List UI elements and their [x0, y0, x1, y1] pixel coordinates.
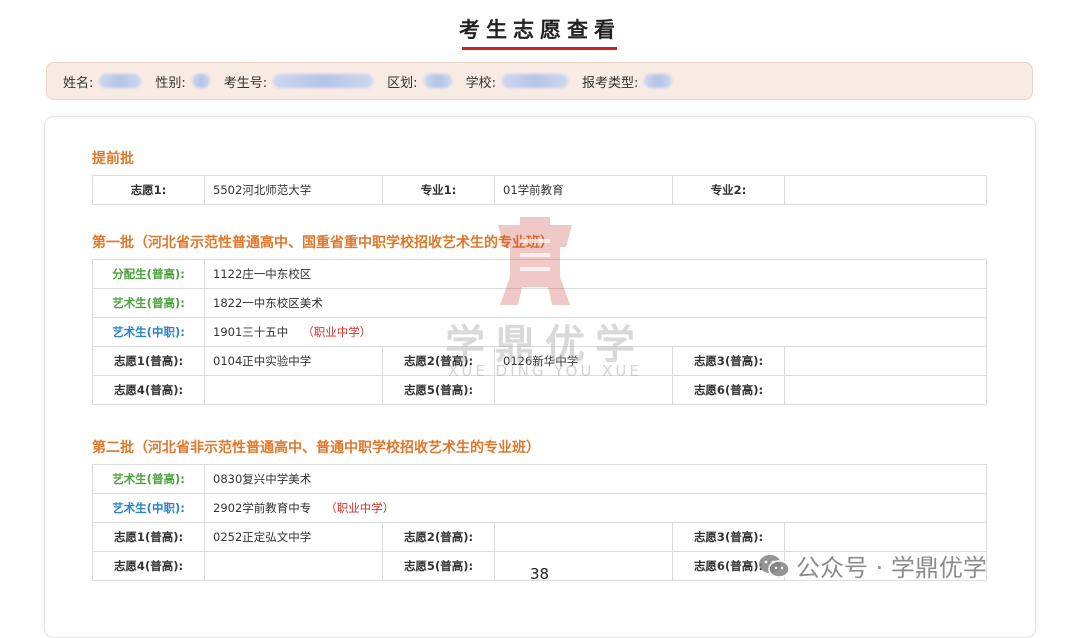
gender-redacted: [191, 74, 210, 88]
choice-label: 志愿4(普高):: [92, 375, 205, 405]
choice-value: [494, 375, 673, 405]
info-gender: 性别:: [155, 72, 210, 91]
info-district: 区划:: [387, 72, 452, 91]
type-redacted: [644, 74, 673, 88]
advance-batch-title: 提前批: [92, 151, 134, 167]
table-row: 志愿1(普高): 0104正中实验中学 志愿2(普高): 0126新华中学 志愿…: [92, 346, 988, 376]
table-row: 艺术生(中职): 1901三十五中 （职业中学）: [92, 317, 988, 347]
choice-label: 志愿6(普高):: [672, 375, 785, 405]
batch2-title: 第二批（河北省非示范性普通高中、普通中职学校招收艺术生的专业班）: [92, 440, 540, 456]
major1-label: 专业1:: [382, 175, 495, 205]
wechat-label-text: 公众号 · 学鼎优学: [796, 554, 987, 582]
school-type-tag: （职业中学）: [325, 501, 395, 515]
exam-no-label: 考生号:: [223, 75, 268, 91]
row-label: 艺术生(普高):: [92, 464, 205, 494]
major2-value: [784, 175, 987, 205]
page-title: 考生志愿查看: [459, 18, 621, 42]
batch1-title: 第一批（河北省示范性普通高中、国重省重中职学校招收艺术生的专业班）: [92, 235, 554, 251]
info-school: 学校:: [466, 72, 568, 91]
info-name: 姓名:: [63, 72, 142, 91]
choice-value: [494, 551, 673, 581]
row-value: 1122庄一中东校区: [203, 259, 988, 289]
row-value-text: 1822一中东校区美术: [213, 296, 323, 310]
choice-label: 志愿1(普高):: [92, 346, 205, 376]
choice-value: [783, 346, 988, 376]
table-row: 艺术生(中职): 2902学前教育中专 （职业中学）: [92, 493, 988, 523]
exam-no-redacted: [273, 74, 374, 88]
row-value-text: 1122庄一中东校区: [213, 267, 312, 281]
row-value-text: 2902学前教育中专: [213, 501, 312, 515]
row-label: 艺术生(中职):: [92, 317, 205, 347]
choice-label: 志愿5(普高):: [382, 551, 495, 581]
name-redacted: [99, 74, 142, 88]
choice-value: 0126新华中学: [494, 346, 673, 376]
major2-label: 专业2:: [672, 175, 785, 205]
choice-label: 志愿1(普高):: [92, 522, 205, 552]
choice-value: [204, 551, 383, 581]
row-value: 1822一中东校区美术: [203, 288, 988, 318]
row-value-text: 1901三十五中: [213, 325, 289, 339]
choice-value: [783, 375, 988, 405]
info-exam-no: 考生号:: [223, 72, 374, 91]
batch1-table: 分配生(普高): 1122庄一中东校区 艺术生(普高): 1822一中东校区美术…: [92, 259, 988, 405]
row-value: 2902学前教育中专 （职业中学）: [203, 493, 988, 523]
table-row: 志愿1: 5502河北师范大学 专业1: 01学前教育 专业2:: [92, 175, 987, 205]
major1-value: 01学前教育: [494, 175, 673, 205]
info-type: 报考类型:: [581, 72, 673, 91]
choice-value: 0252正定弘文中学: [204, 522, 383, 552]
student-info-bar: 姓名: 性别: 考生号: 区划: 学校: 报考类型:: [46, 62, 1033, 100]
name-label: 姓名:: [63, 75, 94, 91]
title-underline: [462, 47, 617, 50]
page-number: 38: [530, 565, 550, 583]
wechat-account-label: 公众号 · 学鼎优学: [758, 548, 987, 583]
choice-label: 志愿2(普高):: [382, 346, 495, 376]
gender-label: 性别:: [155, 75, 186, 91]
advance-batch-table: 志愿1: 5502河北师范大学 专业1: 01学前教育 专业2:: [92, 175, 987, 205]
row-label: 分配生(普高):: [92, 259, 205, 289]
row-label: 艺术生(中职):: [92, 493, 205, 523]
row-value: 1901三十五中 （职业中学）: [203, 317, 988, 347]
type-label: 报考类型:: [581, 75, 639, 91]
table-row: 分配生(普高): 1122庄一中东校区: [92, 259, 988, 289]
choice-value: 0104正中实验中学: [204, 346, 383, 376]
row-value: 0830复兴中学美术: [203, 464, 988, 494]
choice-label: 志愿3(普高):: [672, 346, 785, 376]
choice-label: 志愿2(普高):: [382, 522, 495, 552]
row-value-text: 0830复兴中学美术: [213, 472, 312, 486]
choice-value: [494, 522, 673, 552]
choice1-label: 志愿1:: [92, 175, 205, 205]
row-label: 艺术生(普高):: [92, 288, 205, 318]
district-redacted: [423, 74, 452, 88]
school-type-tag: （职业中学）: [302, 325, 372, 339]
district-label: 区划:: [387, 75, 418, 91]
school-label: 学校:: [465, 75, 496, 91]
choice-label: 志愿4(普高):: [92, 551, 205, 581]
choice1-value: 5502河北师范大学: [204, 175, 383, 205]
table-row: 志愿4(普高): 志愿5(普高): 志愿6(普高):: [92, 375, 988, 405]
wechat-icon: [759, 554, 790, 578]
table-row: 艺术生(普高): 0830复兴中学美术: [92, 464, 988, 494]
table-row: 艺术生(普高): 1822一中东校区美术: [92, 288, 988, 318]
choice-label: 志愿5(普高):: [382, 375, 495, 405]
choice-value: [204, 375, 383, 405]
school-redacted: [501, 74, 568, 88]
